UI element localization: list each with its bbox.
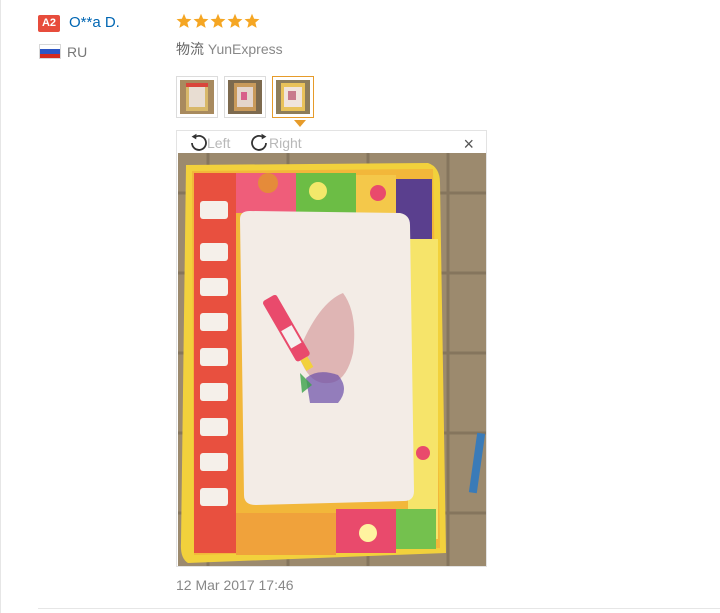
buyer-level-badge: A2	[38, 15, 60, 32]
left-border	[0, 0, 1, 613]
review-thumbnail[interactable]	[176, 76, 218, 118]
shipping-method: YunExpress	[207, 41, 283, 57]
selected-thumbnail-pointer	[294, 120, 306, 127]
image-viewer: Left Right ×	[176, 130, 487, 567]
star-icon	[176, 13, 192, 28]
reviewer-country: RU	[67, 44, 88, 60]
shipping-info: 物流 YunExpress	[176, 39, 283, 59]
review-divider	[38, 608, 720, 609]
review-thumbnails	[176, 76, 314, 118]
rotate-right-icon	[251, 133, 267, 151]
rotate-left-icon	[191, 133, 207, 151]
star-rating	[176, 13, 260, 29]
country-flag-icon	[39, 44, 61, 59]
rotate-right-button[interactable]: Right	[249, 133, 302, 153]
star-icon	[244, 13, 260, 28]
close-icon[interactable]: ×	[463, 135, 474, 153]
rotate-left-button[interactable]: Left	[187, 133, 230, 153]
review-thumbnail-selected[interactable]	[272, 76, 314, 118]
review-date: 12 Mar 2017 17:46	[176, 577, 294, 593]
shipping-label: 物流	[176, 41, 204, 57]
thumbnail-image	[276, 80, 310, 114]
viewer-toolbar: Left Right ×	[177, 131, 486, 154]
star-icon	[210, 13, 226, 28]
thumbnail-image	[180, 80, 214, 114]
star-icon	[193, 13, 209, 28]
reviewer-name[interactable]: O**a D.	[69, 14, 120, 31]
star-icon	[227, 13, 243, 28]
thumbnail-image	[228, 80, 262, 114]
rotate-right-label: Right	[269, 135, 302, 151]
review-thumbnail[interactable]	[224, 76, 266, 118]
review-photo	[178, 153, 486, 566]
rotate-left-label: Left	[207, 135, 231, 151]
